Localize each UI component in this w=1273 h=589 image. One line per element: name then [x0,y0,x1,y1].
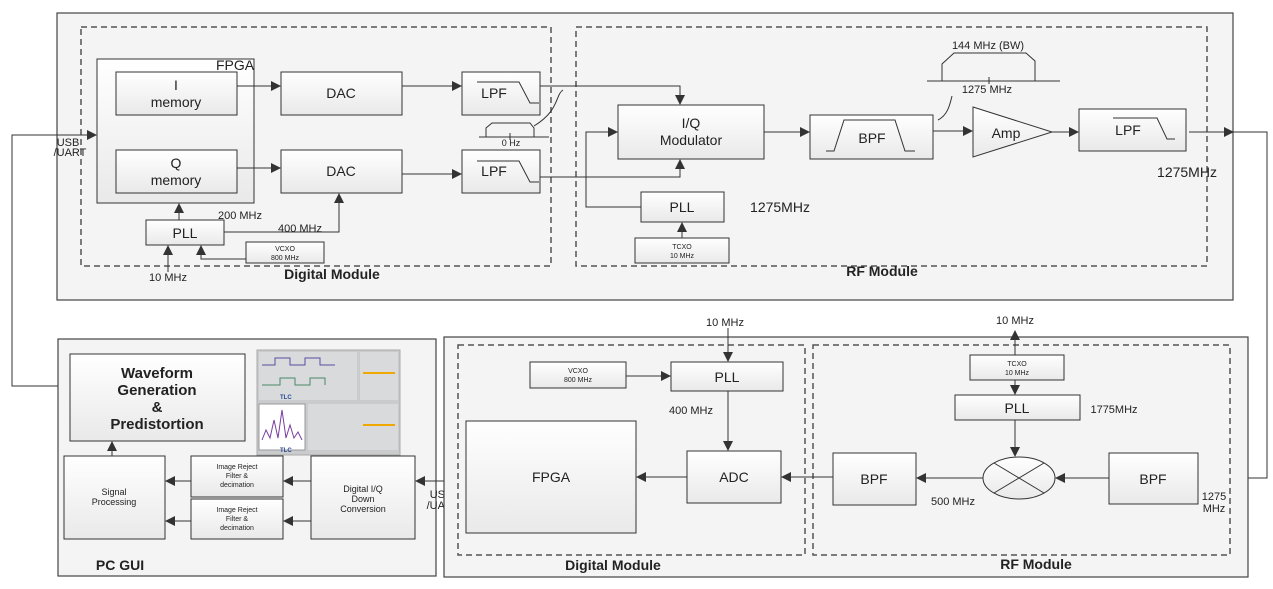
tx-digital-module-title: Digital Module [284,266,380,282]
image-reject-label: Filter & [226,516,249,523]
tcxo-label: TCXO [1007,361,1027,368]
mixer-icon [982,456,1056,500]
lo-freq-label: 1775MHz [1090,404,1137,416]
rx-pll-label: PLL [715,369,740,385]
vcxo-label: 800 MHz [271,255,300,262]
image-reject-label: decimation [220,482,254,489]
image-reject-label: Filter & [226,473,249,480]
iq-modulator-label: I/Q [682,115,701,131]
signal-processing-label: Signal [101,487,126,497]
clk-400-label: 400 MHz [278,223,322,235]
iq-modulator-label: Modulator [660,132,723,148]
tx-rf-pll-label: PLL [670,199,695,215]
image-reject-label: Image Reject [216,464,257,471]
tx-fpga-label: FPGA [216,57,255,73]
rf-in-freq-label: MHz [1203,503,1226,515]
tx-bpf-label: BPF [858,130,885,146]
bandwidth-label: 144 MHz (BW) [952,40,1024,52]
usb-uart-label: /UART [54,147,87,159]
adc-label: ADC [719,469,749,485]
ddc-label: Digital I/Q [343,484,383,494]
tcxo-label: TCXO [672,244,692,251]
output-freq-label: 1275MHz [1157,164,1217,180]
waveform-label: Generation [117,382,196,399]
image-reject-label: decimation [220,525,254,532]
waveform-label: Predistortion [110,416,203,433]
gui-logo: TLC [280,395,292,401]
image-reject-label: Image Reject [216,507,257,514]
ref-10mhz-label: 10 MHz [706,317,744,329]
dac-i-label: DAC [326,85,356,101]
vcxo-label: VCXO [568,368,588,375]
i-memory-label: memory [151,94,202,110]
tcxo-label: 10 MHz [1005,370,1030,377]
q-memory-label: memory [151,172,202,188]
rx-rf-bpf-label: BPF [1139,471,1166,487]
tx-output-lpf-label: LPF [1115,122,1141,138]
signal-processing-label: Processing [92,497,137,507]
receiver-section: VCXO 800 MHz PLL 10 MHz 400 MHz FPGA ADC… [443,315,1249,578]
rx-vcxo-block [529,361,627,389]
tcxo-out-label: 10 MHz [996,315,1034,327]
waveform-label: & [152,399,163,416]
rx-rf-module-title: RF Module [1000,556,1072,572]
tx-pll-label: PLL [173,225,198,241]
clk-200-label: 200 MHz [218,210,262,222]
clk-400-label: 400 MHz [669,405,713,417]
tx-rf-module-title: RF Module [846,263,918,279]
lpf-i-label: LPF [481,85,507,101]
ref-10mhz-label: 10 MHz [149,272,187,284]
ddc-label: Conversion [340,504,386,514]
amp-label: Amp [992,125,1021,141]
gui-screenshot-thumbnail: TLC TLC [256,349,401,456]
lpf-q-label: LPF [481,163,507,179]
rx-digital-module-title: Digital Module [565,557,661,573]
rx-if-bpf-label: BPF [860,471,887,487]
q-memory-label: Q [171,155,182,171]
rf-in-freq-label: 1275 [1202,491,1226,503]
vcxo-label: 800 MHz [564,377,593,384]
vcxo-label: VCXO [275,246,295,253]
if-freq-label: 500 MHz [931,496,975,508]
dac-q-label: DAC [326,163,356,179]
tcxo-label: 10 MHz [670,253,695,260]
pc-gui-section: Waveform Generation & Predistortion TLC … [57,338,466,577]
system-block-diagram: FPGA I memory Q memory DAC DAC LPF LPF 0… [11,12,1268,578]
rx-lo-pll-label: PLL [1005,400,1030,416]
rx-fpga-label: FPGA [532,469,571,485]
center-freq-label: 1275 MHz [962,84,1012,96]
lo-freq-label: 1275MHz [750,199,810,215]
waveform-label: Waveform [121,365,193,382]
zero-hz-label: 0 Hz [502,138,521,148]
gui-logo: TLC [280,448,292,454]
i-memory-label: I [174,77,178,93]
ddc-label: Down [351,494,374,504]
pc-gui-title: PC GUI [96,557,144,573]
